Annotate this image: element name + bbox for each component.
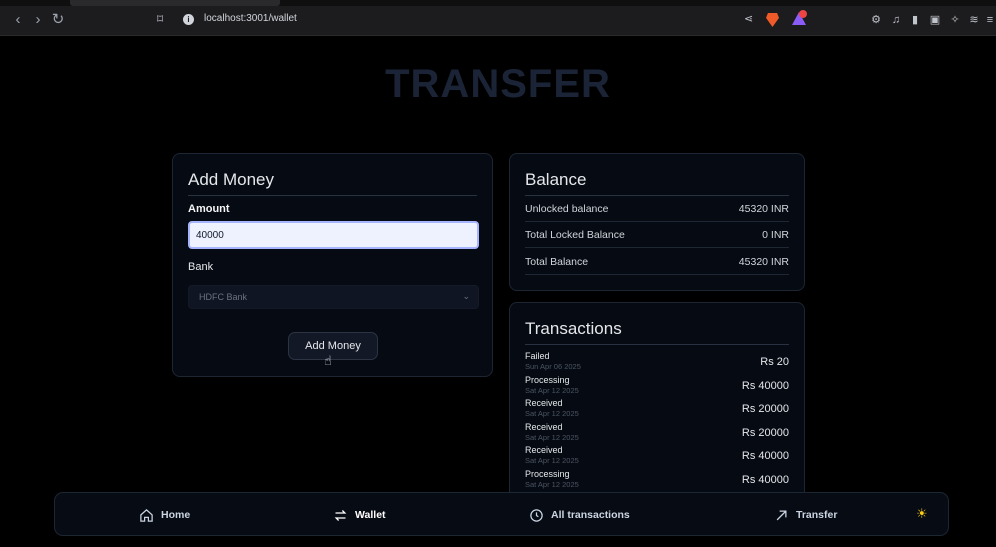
arrow-up-right-icon: [776, 510, 787, 520]
transaction-amount: Rs 20: [760, 356, 789, 368]
bookmark-icon[interactable]: ⌑: [157, 12, 169, 26]
leo-ai-icon[interactable]: ✧: [949, 14, 961, 26]
balance-label: Unlocked balance: [525, 203, 609, 215]
add-money-card: Add Money Amount Bank HDFC Bank ⌄ Add Mo…: [172, 153, 493, 377]
brave-shields-icon[interactable]: [766, 13, 779, 27]
nav-label: All transactions: [551, 509, 630, 521]
bank-label: Bank: [188, 261, 214, 273]
site-info-icon[interactable]: i: [183, 14, 194, 25]
transaction-row: Processing Sat Apr 12 2025 Rs 40000: [525, 375, 789, 399]
wallet-icon[interactable]: ▣: [929, 14, 941, 26]
divider: [188, 195, 477, 196]
transaction-date: Sat Apr 12 2025: [525, 409, 579, 418]
transaction-row: Received Sat Apr 12 2025 Rs 20000: [525, 398, 789, 422]
share-icon[interactable]: ⋖: [744, 12, 753, 25]
clock-icon: [530, 508, 543, 522]
balance-row-unlocked: Unlocked balance 45320 INR: [525, 196, 789, 222]
nav-transfer[interactable]: Transfer: [774, 493, 837, 537]
transaction-status: Received: [525, 422, 563, 432]
nav-wallet[interactable]: Wallet: [333, 493, 386, 537]
home-icon: [140, 508, 153, 522]
transaction-amount: Rs 20000: [741, 427, 789, 439]
page-title: TRANSFER: [385, 62, 611, 106]
balance-value: 45320 INR: [738, 203, 789, 215]
nav-label: Home: [161, 509, 191, 521]
tab-strip: [0, 0, 996, 6]
transaction-row: Received Sat Apr 12 2025 Rs 40000: [525, 445, 789, 469]
browser-tab[interactable]: [70, 0, 280, 6]
divider: [525, 274, 789, 275]
divider: [525, 247, 789, 248]
transactions-title: Transactions: [525, 319, 622, 338]
transaction-status: Processing: [525, 375, 570, 385]
chevron-down-icon: ⌄: [462, 291, 470, 301]
sidebar-icon[interactable]: ▮: [909, 14, 921, 26]
balance-value: 45320 INR: [738, 256, 789, 268]
notification-badge: [799, 10, 807, 18]
url-text[interactable]: localhost:3001/wallet: [204, 13, 297, 24]
balance-label: Total Balance: [525, 256, 589, 268]
transaction-row: Failed Sun Apr 06 2025 Rs 20: [525, 351, 789, 375]
hand-cursor-icon: ☝: [324, 353, 332, 368]
transaction-amount: Rs 40000: [741, 474, 789, 486]
add-money-title: Add Money: [188, 170, 274, 189]
balance-value: 0 INR: [762, 229, 789, 241]
transaction-status: Processing: [525, 469, 570, 479]
transactions-card: Transactions Failed Sun Apr 06 2025 Rs 2…: [509, 302, 805, 502]
address-bar[interactable]: ⌑ i localhost:3001/wallet ⋖: [152, 10, 812, 30]
browser-toolbar: ‹ › ↻ ⌑ i localhost:3001/wallet ⋖ ⚙ ♫ ▮ …: [0, 0, 996, 36]
balance-title: Balance: [525, 170, 587, 189]
balance-label: Total Locked Balance: [525, 229, 625, 241]
back-icon[interactable]: ‹: [10, 12, 26, 28]
amount-label: Amount: [188, 203, 230, 215]
amount-input[interactable]: [188, 221, 479, 249]
sun-icon[interactable]: ☀: [916, 506, 928, 522]
nav-home[interactable]: Home: [139, 493, 190, 537]
transaction-date: Sat Apr 12 2025: [525, 433, 579, 442]
extensions-icon[interactable]: ⚙: [870, 14, 882, 26]
transaction-status: Failed: [525, 351, 550, 361]
vpn-icon[interactable]: ≋: [968, 14, 980, 26]
nav-all-transactions[interactable]: All transactions: [529, 493, 630, 537]
balance-row-total: Total Balance 45320 INR: [525, 249, 789, 275]
bottom-nav: Home Wallet All transactions Transfer ☀: [54, 492, 949, 536]
balance-card: Balance Unlocked balance 45320 INR Total…: [509, 153, 805, 291]
reload-icon[interactable]: ↻: [50, 12, 66, 28]
divider: [525, 344, 789, 345]
balance-row-locked: Total Locked Balance 0 INR: [525, 222, 789, 248]
menu-icon[interactable]: ≡: [984, 14, 996, 26]
bank-selected-value: HDFC Bank: [199, 292, 248, 302]
transaction-amount: Rs 40000: [741, 380, 789, 392]
transfer-arrows-icon: [334, 509, 347, 521]
bank-select[interactable]: HDFC Bank ⌄: [188, 285, 479, 309]
nav-label: Transfer: [796, 509, 838, 521]
transaction-status: Received: [525, 398, 563, 408]
transaction-row: Processing Sat Apr 12 2025 Rs 40000: [525, 469, 789, 493]
transaction-date: Sat Apr 12 2025: [525, 456, 579, 465]
nav-label: Wallet: [355, 509, 386, 521]
transaction-date: Sat Apr 12 2025: [525, 386, 579, 395]
transaction-row: Received Sat Apr 12 2025 Rs 20000: [525, 422, 789, 446]
transaction-amount: Rs 20000: [741, 403, 789, 415]
transaction-date: Sat Apr 12 2025: [525, 480, 579, 489]
transaction-status: Received: [525, 445, 563, 455]
add-money-button[interactable]: Add Money: [288, 332, 378, 360]
media-icon[interactable]: ♫: [890, 14, 902, 26]
transaction-amount: Rs 40000: [741, 450, 789, 462]
transaction-date: Sun Apr 06 2025: [525, 362, 581, 371]
forward-icon[interactable]: ›: [30, 12, 46, 28]
